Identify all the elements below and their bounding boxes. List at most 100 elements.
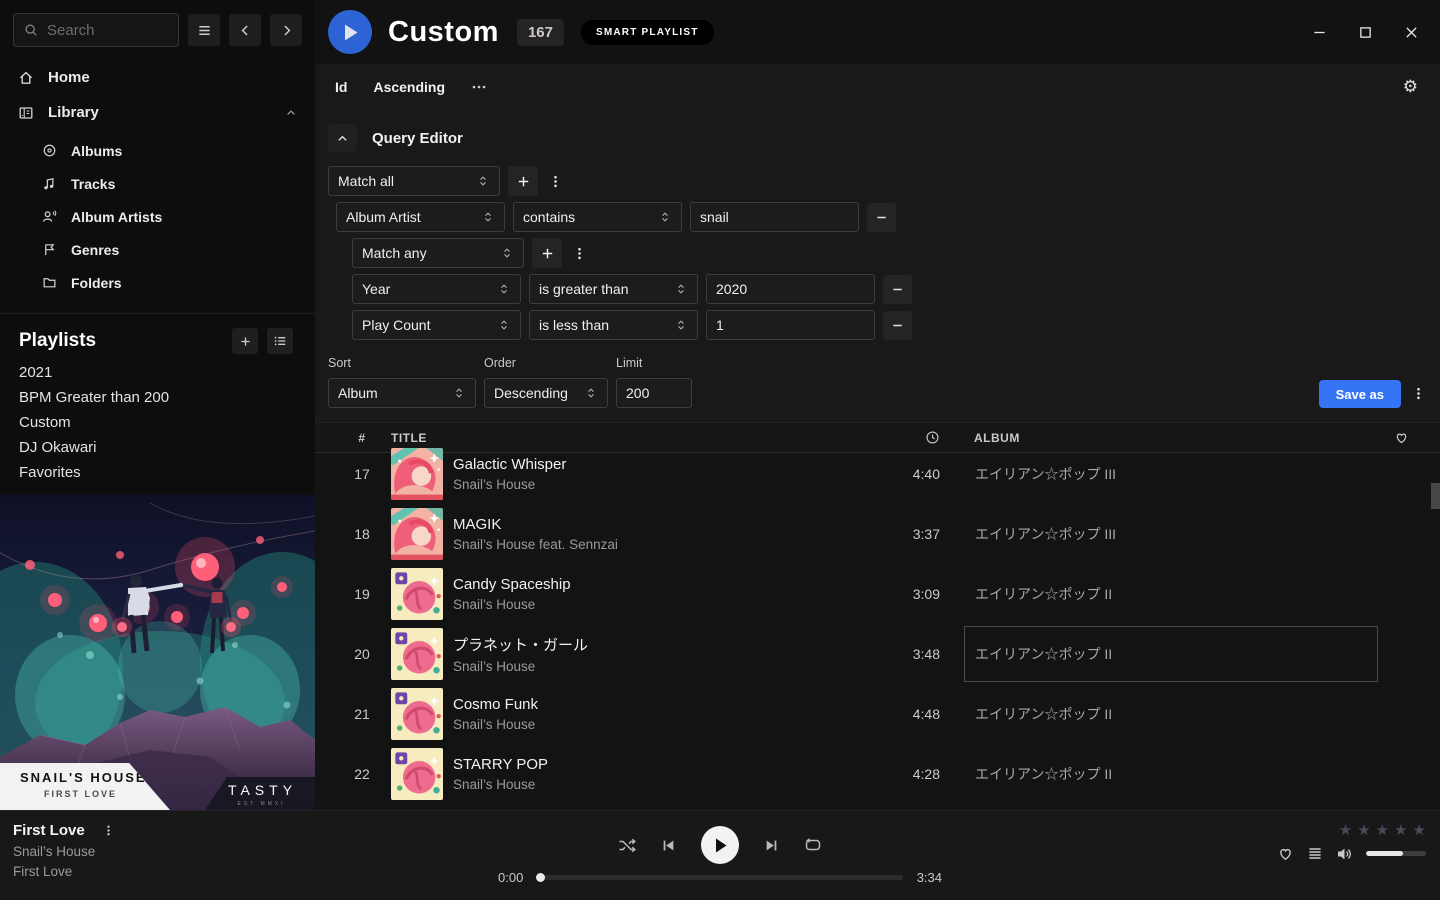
hamburger-menu-button[interactable] [188,14,220,46]
add-rule-button[interactable] [508,166,538,196]
repeat-button[interactable] [804,837,822,853]
shuffle-button[interactable] [618,837,636,854]
track-row[interactable]: 21 Cosmo Funk Snail’s House 4:48 エイリアン☆ポ… [315,684,1440,744]
track-row[interactable]: 17 Galactic Whisper Snail’s House 4:40 エ… [315,444,1440,504]
window-minimize-button[interactable] [1304,17,1334,47]
remove-rule-button[interactable] [883,311,912,340]
next-track-button[interactable] [764,838,779,853]
column-header-album[interactable]: ALBUM [948,431,1388,445]
more-options-icon[interactable] [471,79,487,95]
group-menu-button[interactable] [546,166,564,196]
previous-track-button[interactable] [661,838,676,853]
track-album-cell-focused[interactable]: エイリアン☆ポップ II [964,626,1378,682]
track-duration: 4:28 [913,766,948,782]
sidebar-item-library[interactable]: Library [0,95,315,130]
group-menu-button[interactable] [570,238,588,268]
playlist-view-button[interactable] [267,328,293,354]
query-menu-button[interactable] [1409,378,1427,408]
save-as-button[interactable]: Save as [1319,380,1401,408]
column-header-title[interactable]: TITLE [391,431,868,445]
rule-operator-select[interactable]: is greater than [529,274,698,304]
sort-field-control[interactable]: Id [335,79,347,95]
track-row[interactable]: 18 MAGIK Snail’s House feat. Sennzai 3:3… [315,504,1440,564]
rule-value-input[interactable]: snail [690,202,859,232]
select-value: Match any [362,245,427,261]
sidebar-item-albums[interactable]: Albums [0,134,315,167]
track-album-cell[interactable]: エイリアン☆ポップ III [964,506,1378,562]
rule-value-input[interactable]: 2020 [706,274,875,304]
nav-back-button[interactable] [229,14,261,46]
track-album-cell[interactable]: エイリアン☆ポップ II [964,746,1378,802]
vertical-scrollbar-thumb[interactable] [1431,483,1440,509]
rating-star[interactable]: ★ [1413,823,1426,838]
search-input[interactable] [47,22,157,39]
track-album-cell[interactable]: エイリアン☆ポップ II [964,566,1378,622]
track-title: Galactic Whisper [453,456,858,473]
window-maximize-button[interactable] [1350,17,1380,47]
rating-star[interactable]: ★ [1339,823,1352,838]
track-artist: Snail’s House [453,477,858,492]
match-type-select[interactable]: Match all [328,166,500,196]
sort-direction-control[interactable]: Ascending [373,79,445,95]
duration-column-clock-icon[interactable] [925,430,948,445]
rule-operator-select[interactable]: contains [513,202,682,232]
playlists-section: Playlists 2021 BPM Greater than 200 Cust… [0,313,315,485]
sidebar-item-folders[interactable]: Folders [0,266,315,299]
plus-icon [540,246,555,261]
volume-button[interactable] [1336,846,1353,862]
playlist-item[interactable]: Custom [0,410,315,435]
query-sort-row: Sort Album Order Descending Limit 200 [328,356,1427,422]
track-title: MAGIK [453,516,858,533]
add-playlist-button[interactable] [232,328,258,354]
now-playing-menu-button[interactable] [102,823,115,839]
favorite-button[interactable] [1277,845,1294,862]
track-row[interactable]: 19 Candy Spaceship Snail’s House 3:09 エイ… [315,564,1440,624]
seek-knob [536,873,545,882]
track-album-cell[interactable]: エイリアン☆ポップ III [964,446,1378,502]
add-rule-button[interactable] [532,238,562,268]
play-pause-button[interactable] [701,826,739,864]
track-album-cell[interactable]: エイリアン☆ポップ II [964,686,1378,742]
playlist-item[interactable]: DJ Okawari [0,435,315,460]
sidebar-item-album-artists[interactable]: Album Artists [0,200,315,233]
rule-field-select[interactable]: Play Count [352,310,521,340]
rule-operator-select[interactable]: is less than [529,310,698,340]
rule-field-select[interactable]: Album Artist [336,202,505,232]
track-text: Galactic Whisper Snail’s House [453,456,868,492]
rule-field-select[interactable]: Year [352,274,521,304]
sidebar-item-home[interactable]: Home [0,60,315,95]
match-type-select[interactable]: Match any [352,238,524,268]
remove-rule-button[interactable] [867,203,896,232]
search-box[interactable] [13,13,179,47]
sidebar: Home Library Albums Tracks Album Artis [0,0,315,810]
query-sort-select[interactable]: Album [328,378,476,408]
collapse-query-editor-button[interactable] [328,124,357,152]
gear-icon[interactable]: ⚙ [1403,79,1418,96]
track-row[interactable]: 22 STARRY POP Snail’s House 4:28 エイリアン☆ポ… [315,744,1440,804]
list-toolbar: Id Ascending ⚙ [315,64,1440,110]
queue-button[interactable] [1307,846,1323,861]
rule-value-input[interactable]: 1 [706,310,875,340]
favorite-column-heart-icon[interactable] [1388,430,1440,445]
query-limit-input[interactable]: 200 [616,378,692,408]
track-row[interactable]: 20 プラネット・ガール Snail’s House 3:48 エイリアン☆ポッ… [315,624,1440,684]
playlist-item[interactable]: 2021 [0,360,315,385]
nav-forward-button[interactable] [270,14,302,46]
play-playlist-button[interactable] [328,10,372,54]
rating-star[interactable]: ★ [1394,823,1407,838]
select-value: Album Artist [346,209,421,225]
remove-rule-button[interactable] [883,275,912,304]
sidebar-item-genres[interactable]: Genres [0,233,315,266]
window-close-button[interactable] [1396,17,1426,47]
rating-star[interactable]: ★ [1376,823,1389,838]
query-order-select[interactable]: Descending [484,378,608,408]
playlist-item[interactable]: Favorites [0,460,315,485]
column-header-number[interactable]: # [315,431,391,445]
playlist-item[interactable]: BPM Greater than 200 [0,385,315,410]
volume-slider[interactable] [1366,851,1426,856]
chevron-up-icon[interactable] [285,107,297,119]
track-number: 19 [315,586,391,602]
sidebar-item-tracks[interactable]: Tracks [0,167,315,200]
rating-star[interactable]: ★ [1357,823,1370,838]
seek-bar[interactable] [537,875,902,880]
